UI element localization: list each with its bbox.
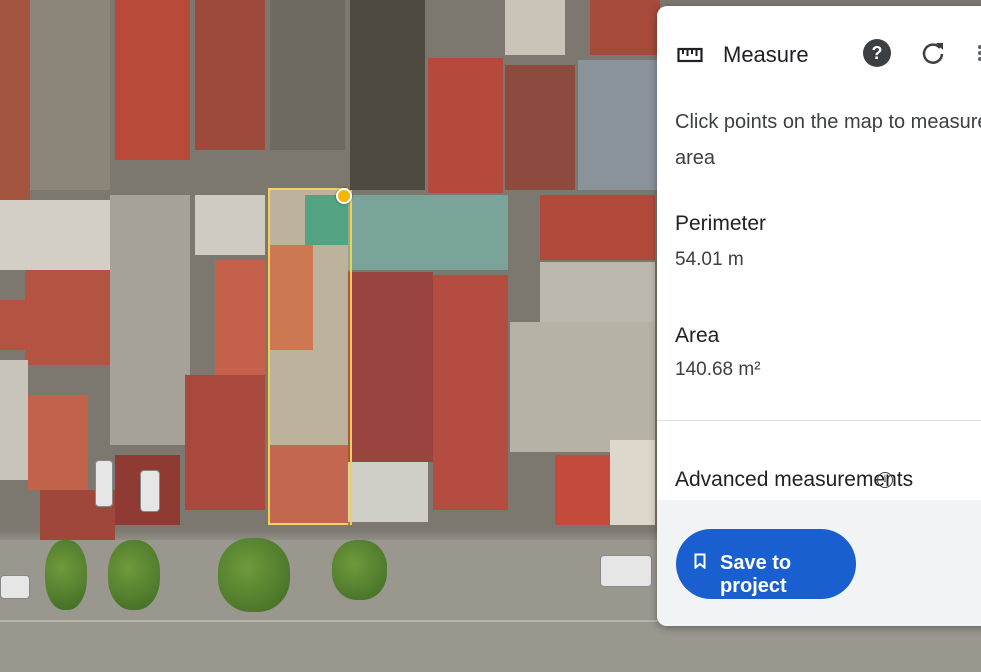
help-icon[interactable]: ?	[863, 39, 891, 67]
rooftop	[590, 0, 660, 55]
rooftop	[270, 0, 345, 150]
instructions-line: Click points on the map to measure dista…	[675, 111, 981, 133]
instructions-line: area	[675, 147, 716, 169]
save-button-label: Save to project	[720, 552, 792, 597]
rooftop	[540, 262, 655, 322]
polygon-edge	[268, 188, 348, 190]
rooftop	[0, 360, 28, 480]
reset-icon[interactable]	[919, 39, 947, 67]
rooftop	[505, 65, 575, 190]
rooftop	[25, 270, 110, 365]
panel-header: Measure ?	[657, 6, 981, 102]
divider	[657, 420, 981, 421]
tree	[332, 540, 387, 600]
car	[600, 555, 652, 587]
ruler-icon	[677, 47, 703, 63]
perimeter-label: Perimeter	[675, 212, 767, 235]
area-value: 140.68 m²	[675, 359, 761, 380]
rooftop	[195, 0, 265, 150]
measure-panel: Measure ? Click points on the map to mea…	[657, 6, 981, 626]
tree	[45, 540, 87, 610]
area-label: Area	[675, 324, 720, 347]
rooftop	[28, 395, 88, 490]
rooftop	[428, 58, 503, 193]
rooftop	[433, 275, 508, 510]
rooftop	[115, 0, 190, 160]
info-icon[interactable]: i	[877, 472, 893, 488]
bookmark-icon	[694, 553, 706, 569]
rooftop	[0, 300, 25, 350]
panel-title: Measure	[723, 42, 809, 67]
rooftop	[348, 272, 433, 462]
rooftop	[505, 0, 565, 55]
rooftop	[348, 462, 428, 522]
rooftop	[110, 195, 190, 445]
car	[95, 460, 113, 507]
tree	[108, 540, 160, 610]
more-vert-icon[interactable]	[975, 39, 981, 67]
instructions-text: Click points on the map to measure dista…	[675, 104, 981, 176]
rooftop	[0, 0, 30, 200]
measured-area-polygon[interactable]	[268, 190, 352, 525]
rooftop	[185, 375, 265, 510]
rooftop	[555, 455, 610, 525]
rooftop	[348, 195, 508, 270]
car	[0, 575, 30, 599]
save-to-project-button[interactable]: Save to project	[676, 529, 856, 599]
rooftop	[195, 195, 265, 255]
rooftop	[0, 200, 110, 270]
perimeter-value: 54.01 m	[675, 249, 744, 270]
rooftop	[30, 0, 110, 190]
polygon-edge	[268, 523, 348, 525]
rooftop	[578, 60, 658, 190]
tree	[218, 538, 290, 612]
rooftop	[350, 0, 425, 190]
rooftop	[540, 195, 655, 260]
car	[140, 470, 160, 512]
rooftop	[510, 322, 655, 452]
polygon-vertex-handle[interactable]	[336, 188, 352, 204]
rooftop	[610, 440, 655, 525]
